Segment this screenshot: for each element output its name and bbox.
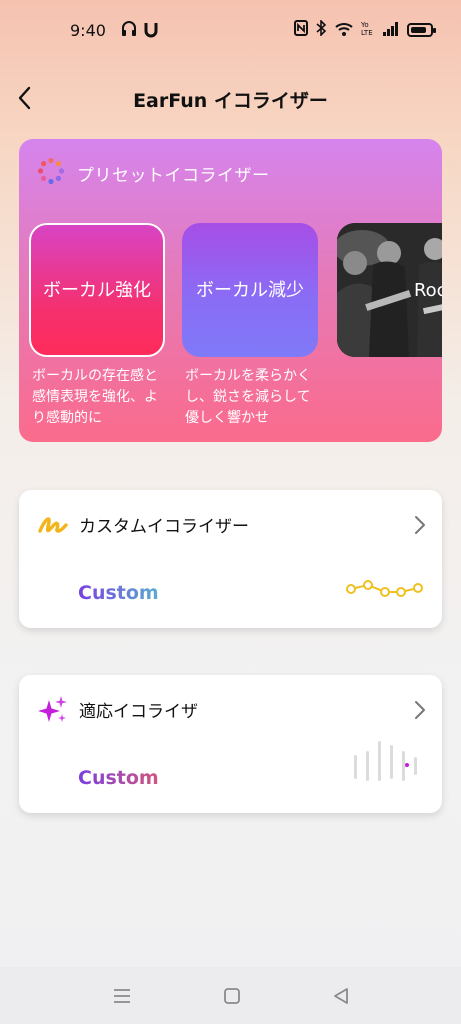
volte-icon: Yo LTE	[360, 20, 375, 40]
custom-equalizer-card[interactable]: カスタムイコライザー Custom	[19, 490, 442, 628]
headphones-icon	[121, 20, 137, 38]
preset-tile-rock[interactable]: Rock	[337, 223, 442, 357]
preset-section-title: プリセットイコライザー	[77, 165, 270, 186]
chevron-right-icon	[412, 699, 428, 721]
preset-tile-vocal-reduce[interactable]: ボーカル減少	[182, 223, 318, 357]
header: EarFun イコライザー	[0, 70, 461, 126]
svg-text:Yo: Yo	[361, 21, 369, 29]
preset-list: ボーカル強化 ボーカルの存在感と感情表現を強化、より感動的に ボーカル減少 ボー…	[19, 223, 442, 433]
status-bar: 9:40 Yo LTE	[0, 0, 461, 62]
preset-label: Rock	[413, 279, 442, 301]
preset-dots-icon	[37, 157, 65, 189]
preset-description: ボーカルを柔らかくし、鋭さを減らして優しく響かせ	[185, 368, 311, 426]
page-title: EarFun イコライザー	[133, 90, 328, 112]
adaptive-eq-value: Custom	[78, 767, 159, 789]
battery-icon	[407, 23, 436, 37]
status-left-icons	[121, 20, 159, 38]
status-time: 9:40	[70, 21, 106, 40]
menu-icon[interactable]	[113, 987, 131, 1009]
bluetooth-icon	[316, 19, 327, 40]
preset-equalizer-card: プリセットイコライザー ボーカル強化 ボーカルの存在感と感情表現を強化、より感動…	[19, 139, 442, 442]
custom-eq-value: Custom	[78, 582, 159, 604]
preset-description: ボーカルの存在感と感情表現を強化、より感動的に	[32, 368, 158, 426]
custom-eq-title: カスタムイコライザー	[79, 517, 249, 537]
svg-text:LTE: LTE	[361, 29, 373, 36]
adaptive-eq-title: 適応イコライザ	[79, 702, 198, 722]
wifi-icon	[335, 21, 353, 40]
preset-label: ボーカル強化	[43, 279, 151, 301]
signal-icon	[383, 21, 399, 40]
back-triangle-icon[interactable]	[332, 987, 350, 1009]
status-right-icons: Yo LTE	[294, 19, 436, 40]
sparkle-icon	[37, 694, 69, 726]
system-nav-bar	[0, 967, 461, 1024]
preset-item-vocal-boost[interactable]: ボーカル強化 ボーカルの存在感と感情表現を強化、より感動的に	[29, 223, 165, 429]
home-icon[interactable]	[223, 987, 241, 1009]
preset-item-rock[interactable]: Rock	[337, 223, 442, 429]
preset-label: ボーカル減少	[196, 279, 304, 301]
nfc-icon	[294, 20, 308, 40]
preset-tile-vocal-boost[interactable]: ボーカル強化	[29, 223, 165, 357]
magnet-icon	[143, 20, 159, 38]
preset-item-vocal-reduce[interactable]: ボーカル減少 ボーカルを柔らかくし、鋭さを減らして優しく響かせ	[182, 223, 318, 429]
adaptive-equalizer-card[interactable]: 適応イコライザ Custom	[19, 675, 442, 813]
chevron-right-icon	[412, 514, 428, 536]
eq-curve-icon	[346, 578, 424, 604]
preset-description	[337, 366, 442, 429]
custom-squiggle-icon	[37, 509, 69, 541]
sound-bars-icon	[352, 739, 426, 789]
preset-header: プリセットイコライザー	[37, 157, 270, 189]
